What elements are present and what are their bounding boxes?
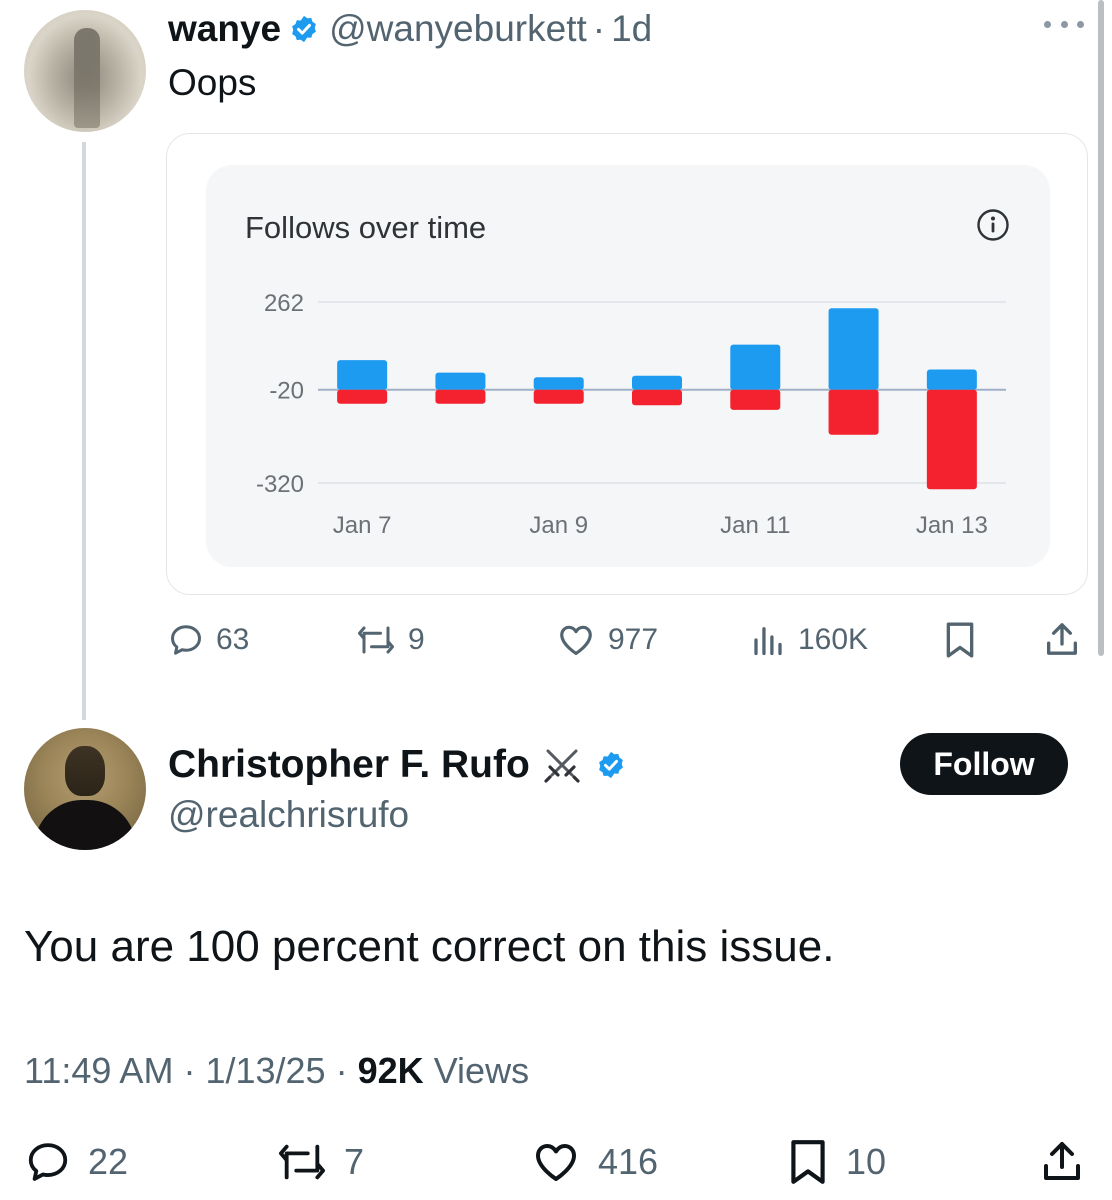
views-action[interactable]: 160K — [750, 618, 868, 662]
share-icon[interactable] — [1042, 618, 1082, 660]
x-tick-label: Jan 13 — [916, 512, 988, 539]
parent-tweet-header: wanye @wanyeburkett · 1d — [168, 6, 652, 52]
verified-badge-icon — [598, 751, 623, 779]
crossed-swords-icon — [544, 749, 580, 783]
tweet-text: You are 100 percent correct on this issu… — [24, 922, 835, 971]
like-icon — [536, 1144, 576, 1181]
author-handle[interactable]: @realchrisrufo — [168, 794, 409, 836]
bar-lost — [828, 389, 879, 435]
repost-action[interactable]: 9 — [356, 618, 425, 662]
bar-lost — [730, 389, 781, 410]
y-tick-label: -20 — [269, 378, 304, 405]
tweet-date[interactable]: 1/13/25 — [205, 1050, 325, 1091]
follows-chart: 262 -20 -320 Jan 7 Jan 9 Jan 11 Jan 13 — [256, 290, 1006, 539]
like-icon — [560, 625, 592, 656]
bookmark-count: 10 — [846, 1141, 887, 1182]
author-name[interactable]: Christopher F. Rufo — [168, 743, 530, 787]
x-tick-label: Jan 11 — [720, 512, 790, 539]
x-tick-label: Jan 9 — [529, 512, 588, 539]
views-count: 160K — [798, 623, 869, 656]
views-count: 92K — [357, 1050, 424, 1091]
author-name[interactable]: wanye — [168, 8, 281, 50]
repost-count: 9 — [408, 623, 425, 656]
bar-lost — [533, 389, 584, 404]
bar-gained — [632, 375, 682, 390]
dot-separator: · — [183, 1050, 196, 1091]
repost-action[interactable]: 7 — [276, 1138, 364, 1186]
bookmark-icon[interactable] — [942, 620, 978, 660]
follow-button[interactable]: Follow — [900, 733, 1068, 795]
bar-gained — [435, 372, 486, 390]
verified-badge-icon — [292, 15, 316, 43]
dot-separator: · — [335, 1050, 348, 1091]
reply-tweet-header: Christopher F. Rufo — [168, 740, 636, 790]
reply-action[interactable]: 22 — [24, 1138, 128, 1186]
like-action[interactable]: 416 — [530, 1138, 658, 1186]
repost-icon — [278, 1144, 325, 1180]
more-icon[interactable] — [1044, 14, 1084, 34]
bar-gained — [533, 377, 584, 390]
reply-count: 63 — [216, 623, 250, 656]
x-tick-label: Jan 7 — [333, 512, 392, 539]
bar-lost — [337, 389, 388, 404]
bar-lost — [632, 389, 682, 406]
bar-gained — [828, 308, 879, 390]
views-icon — [754, 627, 782, 656]
like-count: 416 — [598, 1141, 659, 1182]
repost-count: 7 — [344, 1141, 365, 1182]
scrollbar[interactable] — [1098, 0, 1104, 656]
reply-icon — [28, 1143, 68, 1181]
repost-icon — [358, 626, 394, 654]
dot-separator: · — [592, 8, 606, 49]
reply-icon — [171, 625, 201, 655]
tweet-age[interactable]: 1d — [611, 8, 652, 50]
views-label: Views — [433, 1050, 530, 1091]
bar-gained — [337, 360, 388, 390]
like-action[interactable]: 977 — [556, 618, 658, 662]
author-handle[interactable]: @wanyeburkett — [329, 8, 587, 50]
tweet-time[interactable]: 11:49 AM — [24, 1050, 173, 1091]
reply-action[interactable]: 63 — [168, 618, 249, 662]
avatar-rufo[interactable] — [24, 728, 146, 850]
tweet-meta: 11:49 AM · 1/13/25 · 92K Views — [24, 1050, 529, 1092]
bar-lost — [926, 389, 977, 490]
bookmark-action[interactable]: 10 — [786, 1138, 886, 1186]
tweet-text: Oops — [168, 62, 257, 103]
avatar-wanye[interactable] — [24, 10, 146, 132]
bar-gained — [730, 344, 781, 390]
bar-gained — [926, 369, 977, 390]
bar-lost — [435, 389, 486, 404]
share-icon[interactable] — [1038, 1136, 1086, 1186]
bookmark-icon — [791, 1140, 825, 1184]
y-tick-label: -320 — [256, 471, 304, 498]
thread-connector-line — [82, 142, 86, 720]
like-count: 977 — [608, 623, 659, 656]
y-tick-label: 262 — [264, 290, 304, 317]
reply-count: 22 — [88, 1141, 129, 1182]
